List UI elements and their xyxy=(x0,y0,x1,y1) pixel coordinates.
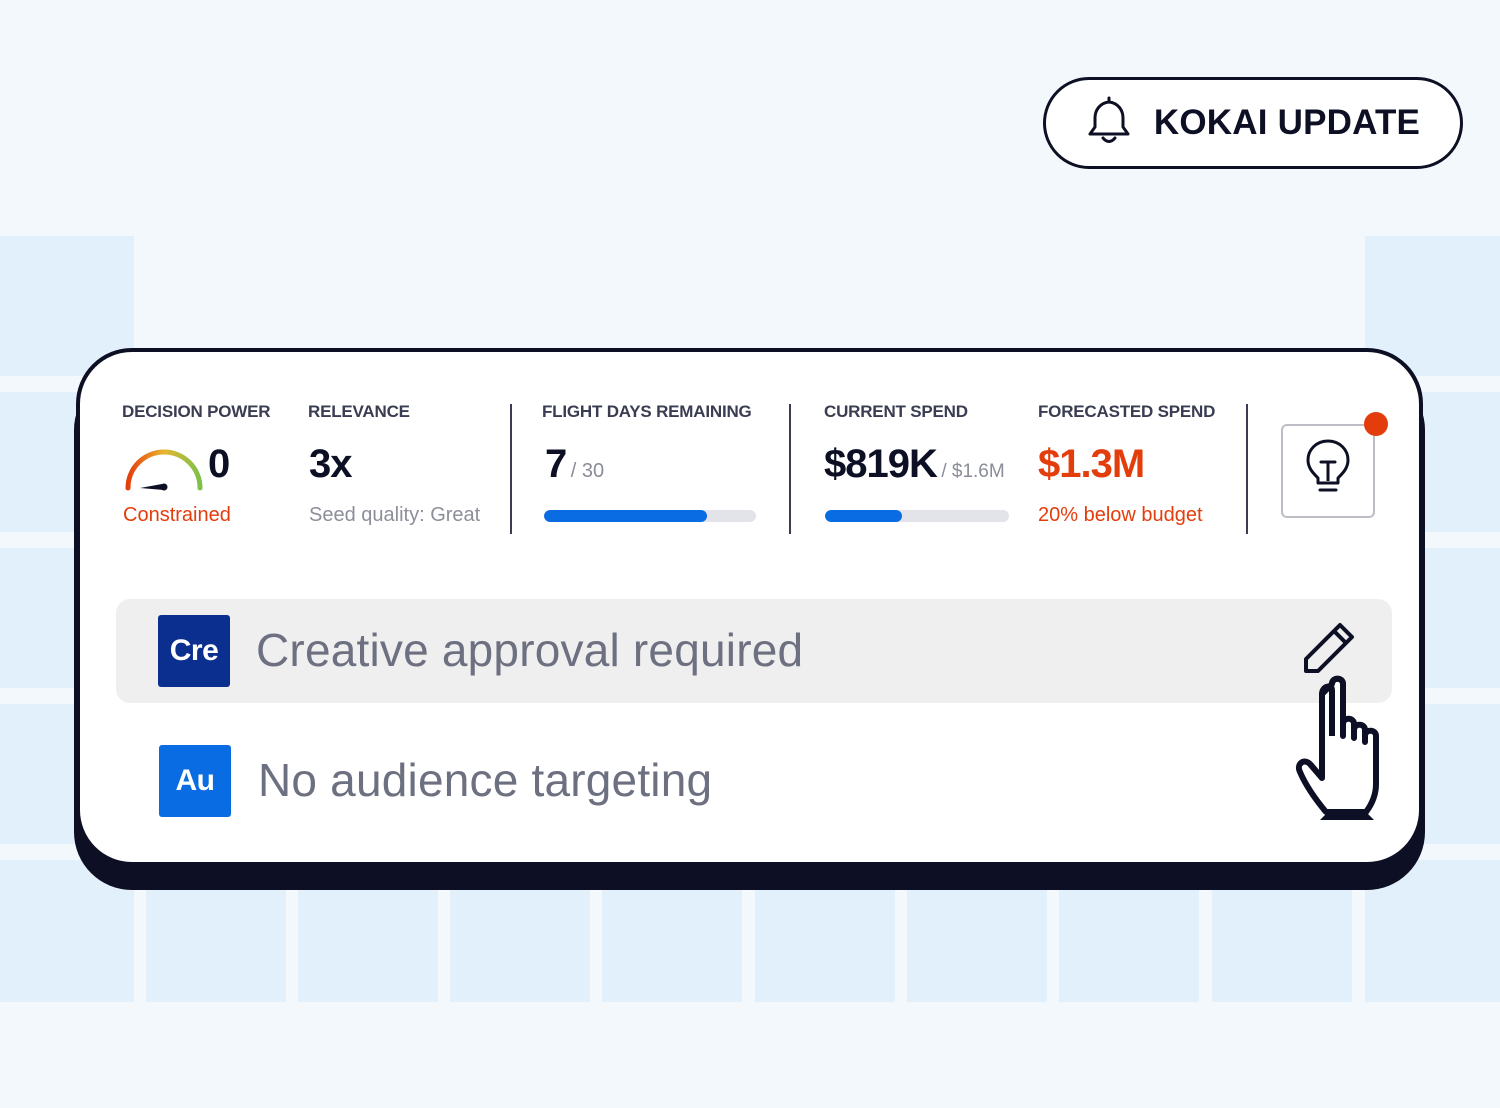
flight-days-value: 7 xyxy=(545,442,567,486)
notification-label: KOKAI UPDATE xyxy=(1153,103,1421,142)
task-text-audience: No audience targeting xyxy=(258,754,713,806)
relevance-value: 3x xyxy=(309,442,352,486)
bg-tile xyxy=(1059,888,1199,1002)
divider xyxy=(789,404,791,534)
flight-days-total: / 30 xyxy=(570,460,605,482)
forecasted-spend-value: $1.3M xyxy=(1038,442,1145,486)
forecasted-spend-note: 20% below budget xyxy=(1038,504,1203,526)
notification-dot xyxy=(1364,412,1388,436)
bg-tile xyxy=(450,888,590,1002)
bg-tile xyxy=(755,888,895,1002)
task-row-audience[interactable]: Au No audience targeting xyxy=(116,729,1392,833)
lightbulb-icon xyxy=(1303,437,1353,506)
bg-tile xyxy=(146,888,286,1002)
current-spend-label: CURRENT SPEND xyxy=(824,402,968,421)
current-spend-total: / $1.6M xyxy=(941,461,1005,482)
current-spend-progress xyxy=(825,510,1009,522)
divider xyxy=(1246,404,1248,534)
decision-power-label: DECISION POWER xyxy=(122,402,271,421)
relevance-label: RELEVANCE xyxy=(308,402,410,421)
bg-tile xyxy=(298,888,438,1002)
flight-days-label: FLIGHT DAYS REMAINING xyxy=(542,402,752,421)
hand-pointer-icon xyxy=(1294,674,1406,827)
insights-button[interactable] xyxy=(1281,424,1375,518)
bg-tile xyxy=(1212,888,1352,1002)
relevance-note: Seed quality: Great xyxy=(309,504,481,526)
bg-tile xyxy=(602,888,742,1002)
task-text-creative: Creative approval required xyxy=(256,624,804,676)
bell-icon xyxy=(1086,96,1132,151)
flight-days-progress xyxy=(544,510,756,522)
decision-power-value: 0 xyxy=(208,442,230,486)
current-spend-readout: $819K / $1.6M xyxy=(824,442,1005,487)
bg-tile xyxy=(907,888,1047,1002)
campaign-card: DECISION POWER 0 Constrained RELEVANCE 3… xyxy=(76,348,1423,866)
current-spend-value: $819K xyxy=(824,442,938,486)
divider xyxy=(510,404,512,534)
forecasted-spend-label: FORECASTED SPEND xyxy=(1038,402,1216,421)
gauge-icon xyxy=(122,444,206,497)
kokai-update-button[interactable]: KOKAI UPDATE xyxy=(1043,77,1463,169)
audience-badge: Au xyxy=(159,745,231,817)
current-spend-progress-fill xyxy=(825,510,903,522)
flight-days-progress-fill xyxy=(544,510,708,522)
task-row-creative[interactable]: Cre Creative approval required xyxy=(116,599,1392,703)
flight-days-readout: 7 / 30 xyxy=(545,442,604,487)
creative-badge: Cre xyxy=(158,615,230,687)
decision-power-status: Constrained xyxy=(123,504,231,526)
